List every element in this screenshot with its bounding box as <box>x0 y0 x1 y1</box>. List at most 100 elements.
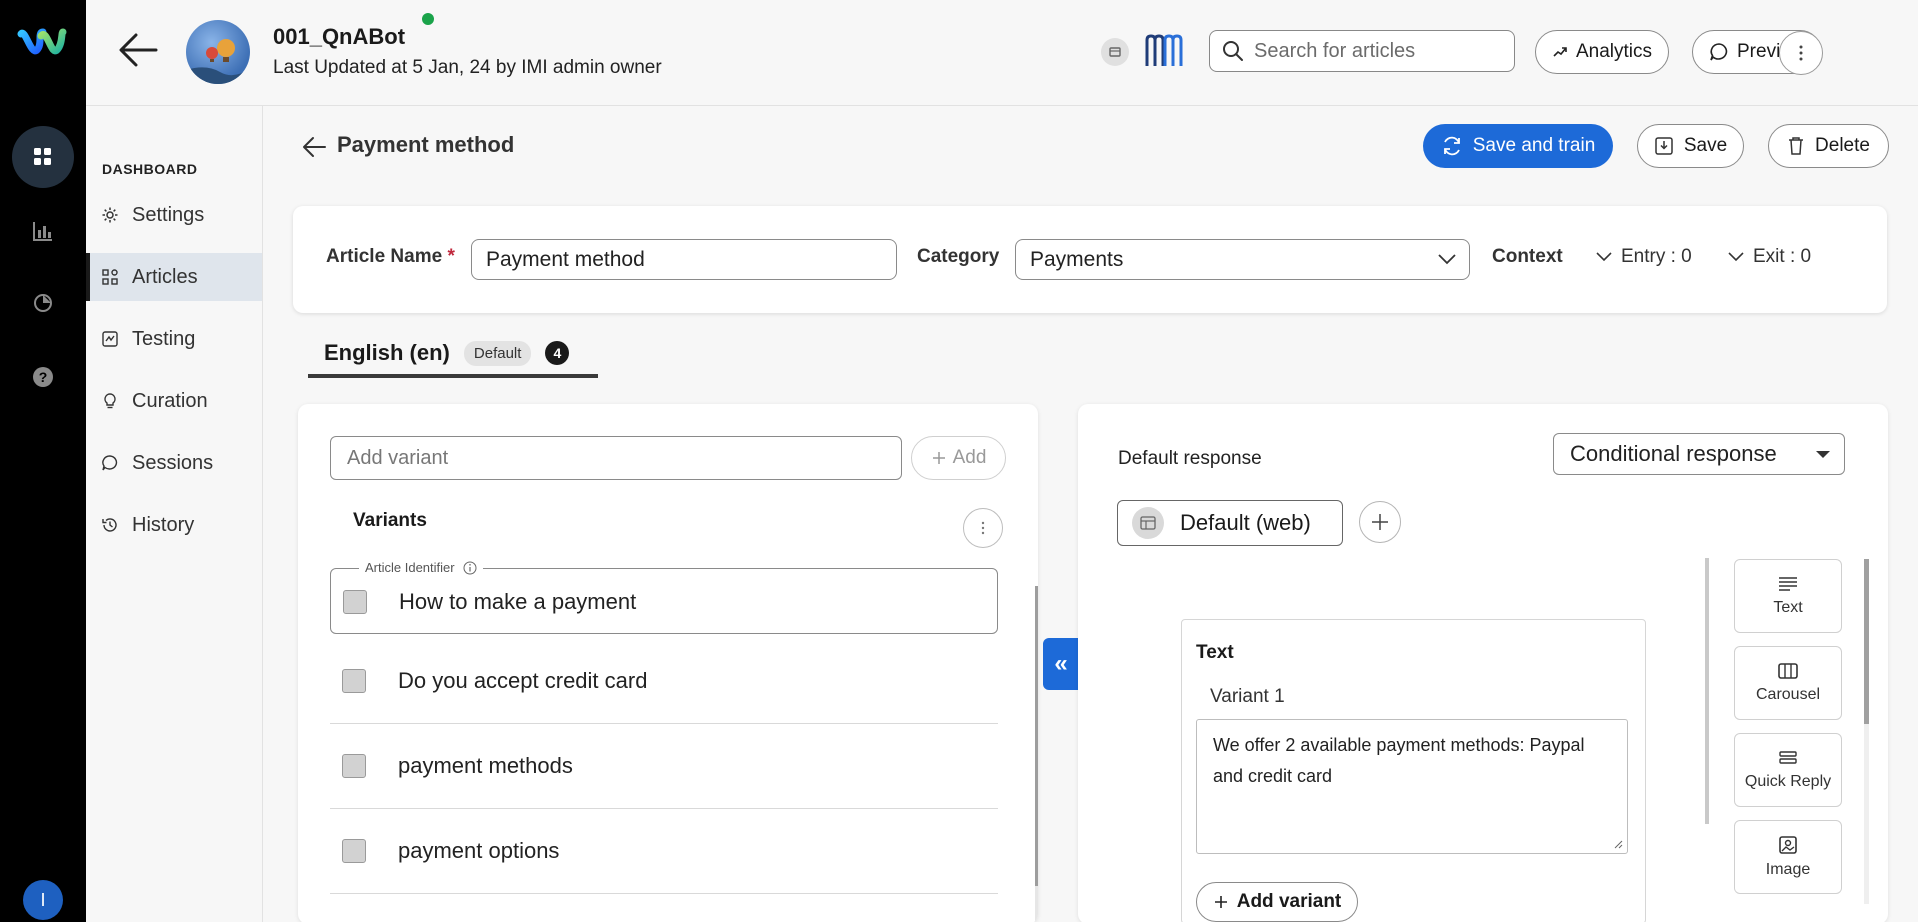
entry-context-toggle[interactable]: Entry : 0 <box>1595 246 1692 268</box>
quick-reply-icon <box>1779 751 1797 764</box>
rail-analytics-button[interactable] <box>12 200 74 262</box>
history-icon <box>100 515 120 535</box>
sidebar-section-title: DASHBOARD <box>102 161 198 177</box>
save-button[interactable]: Save <box>1637 124 1744 168</box>
tool-quick-reply[interactable]: Quick Reply <box>1734 733 1842 807</box>
search-articles[interactable] <box>1209 30 1515 72</box>
channel-chip-default-web[interactable]: Default (web) <box>1117 500 1343 546</box>
page-back-arrow-icon[interactable] <box>301 134 327 160</box>
sidebar-item-testing[interactable]: Testing <box>86 315 262 363</box>
variant-checkbox[interactable] <box>342 669 366 693</box>
chat-bubble-icon <box>1710 43 1728 61</box>
chevron-down-icon <box>1596 252 1612 262</box>
chevron-down-icon <box>1438 254 1456 265</box>
variant-checkbox[interactable] <box>343 590 367 614</box>
testing-icon <box>100 329 120 349</box>
rail-dashboard-button[interactable] <box>12 126 74 188</box>
list-item[interactable]: Do you accept credit card <box>330 639 998 724</box>
back-arrow-icon[interactable] <box>116 30 160 70</box>
delete-button[interactable]: Delete <box>1768 124 1889 168</box>
gear-icon <box>100 205 120 225</box>
plus-icon <box>932 452 945 464</box>
header-more-button[interactable] <box>1779 31 1823 75</box>
variants-title: Variants <box>353 510 427 531</box>
channel-name: Default (web) <box>1180 510 1311 535</box>
default-badge: Default <box>463 340 532 366</box>
last-updated-text: Last Updated at 5 Jan, 24 by IMI admin o… <box>273 57 662 78</box>
article-identifier-text: How to make a payment <box>399 589 637 614</box>
trend-up-icon <box>1553 47 1567 57</box>
carousel-icon <box>1778 663 1798 679</box>
bot-name: 001_QnABot <box>273 24 406 49</box>
search-input[interactable] <box>1254 39 1504 63</box>
content-scrollbar[interactable] <box>1705 558 1709 824</box>
tool-label: Quick Reply <box>1744 773 1832 790</box>
tools-scrollbar-thumb[interactable] <box>1864 559 1869 724</box>
chevron-down-icon <box>1728 252 1744 262</box>
chat-icon <box>100 453 120 473</box>
tab-language-english[interactable]: English (en) Default 4 <box>308 332 598 378</box>
variant-label: Variant 1 <box>1210 686 1285 707</box>
sidebar-item-articles[interactable]: Articles <box>86 253 262 301</box>
pie-chart-icon <box>34 294 52 312</box>
variant-text: Do you accept credit card <box>398 668 648 693</box>
resize-handle-icon[interactable] <box>1613 839 1623 849</box>
delete-label: Delete <box>1815 135 1870 156</box>
variant-checkbox[interactable] <box>342 839 366 863</box>
sidebar-item-sessions[interactable]: Sessions <box>86 439 262 487</box>
analytics-button[interactable]: Analytics <box>1535 30 1670 74</box>
response-text-area[interactable]: We offer 2 available payment methods: Pa… <box>1196 719 1628 854</box>
variants-more-button[interactable] <box>963 508 1003 548</box>
collapse-panel-button[interactable]: « <box>1043 638 1079 690</box>
add-variant-input[interactable] <box>330 436 902 480</box>
rail-reports-button[interactable] <box>12 272 74 334</box>
add-variant-button[interactable]: Add <box>911 436 1006 480</box>
category-select[interactable]: Payments <box>1015 239 1470 280</box>
variant-checkbox[interactable] <box>342 754 366 778</box>
user-avatar[interactable]: I <box>23 880 63 920</box>
sidebar-item-history[interactable]: History <box>86 501 262 549</box>
save-icon <box>1655 137 1673 155</box>
context-label: Context <box>1492 246 1563 267</box>
sidebar-item-curation[interactable]: Curation <box>86 377 262 425</box>
sidebar-item-label: Testing <box>132 327 196 350</box>
list-item[interactable]: payment options <box>330 809 998 894</box>
exit-count: Exit : 0 <box>1753 246 1812 267</box>
browser-icon <box>1132 507 1164 539</box>
articles-icon <box>100 267 120 287</box>
variants-scrollbar-thumb[interactable] <box>1035 586 1038 886</box>
sidebar-item-label: History <box>132 513 195 536</box>
exit-context-toggle[interactable]: Exit : 0 <box>1727 246 1811 268</box>
add-response-variant-button[interactable]: Add variant <box>1196 882 1358 922</box>
trash-icon <box>1789 137 1804 155</box>
tool-label: Carousel <box>1755 686 1821 703</box>
help-icon: ? <box>33 367 53 387</box>
main-content: Payment method Save and train Save Delet… <box>263 106 1918 922</box>
tool-text[interactable]: Text <box>1734 559 1842 633</box>
grid-icon <box>34 148 51 165</box>
text-response-card: Text Variant 1 We offer 2 available paym… <box>1181 619 1646 922</box>
list-item[interactable]: payment methods <box>330 724 998 809</box>
save-and-train-button[interactable]: Save and train <box>1423 124 1613 168</box>
add-variant-label: Add variant <box>1236 891 1342 912</box>
category-label: Category <box>917 246 1000 267</box>
add-channel-button[interactable] <box>1359 501 1401 543</box>
channel-status-icon[interactable] <box>1101 38 1129 66</box>
tool-image[interactable]: Image <box>1734 820 1842 894</box>
plus-icon <box>1372 514 1388 530</box>
plus-icon <box>1214 896 1227 908</box>
add-label: Add <box>952 447 987 468</box>
rail-help-button[interactable]: ? <box>12 346 74 408</box>
article-name-field[interactable]: Payment method <box>471 239 897 280</box>
sidebar: DASHBOARD Settings Articles Testing Cura… <box>86 106 263 922</box>
variant-text: payment methods <box>398 753 573 778</box>
tool-carousel[interactable]: Carousel <box>1734 646 1842 720</box>
save-and-train-label: Save and train <box>1472 135 1596 156</box>
article-identifier-row[interactable]: Article Identifier How to make a payment <box>330 560 998 634</box>
double-chevron-left-icon: « <box>1054 650 1068 677</box>
sidebar-item-label: Articles <box>132 265 198 288</box>
response-mode-select[interactable]: Conditional response <box>1553 433 1845 475</box>
top-header: 001_QnABot Last Updated at 5 Jan, 24 by … <box>86 0 1918 106</box>
tool-label: Image <box>1765 861 1811 878</box>
sidebar-item-settings[interactable]: Settings <box>86 191 262 239</box>
